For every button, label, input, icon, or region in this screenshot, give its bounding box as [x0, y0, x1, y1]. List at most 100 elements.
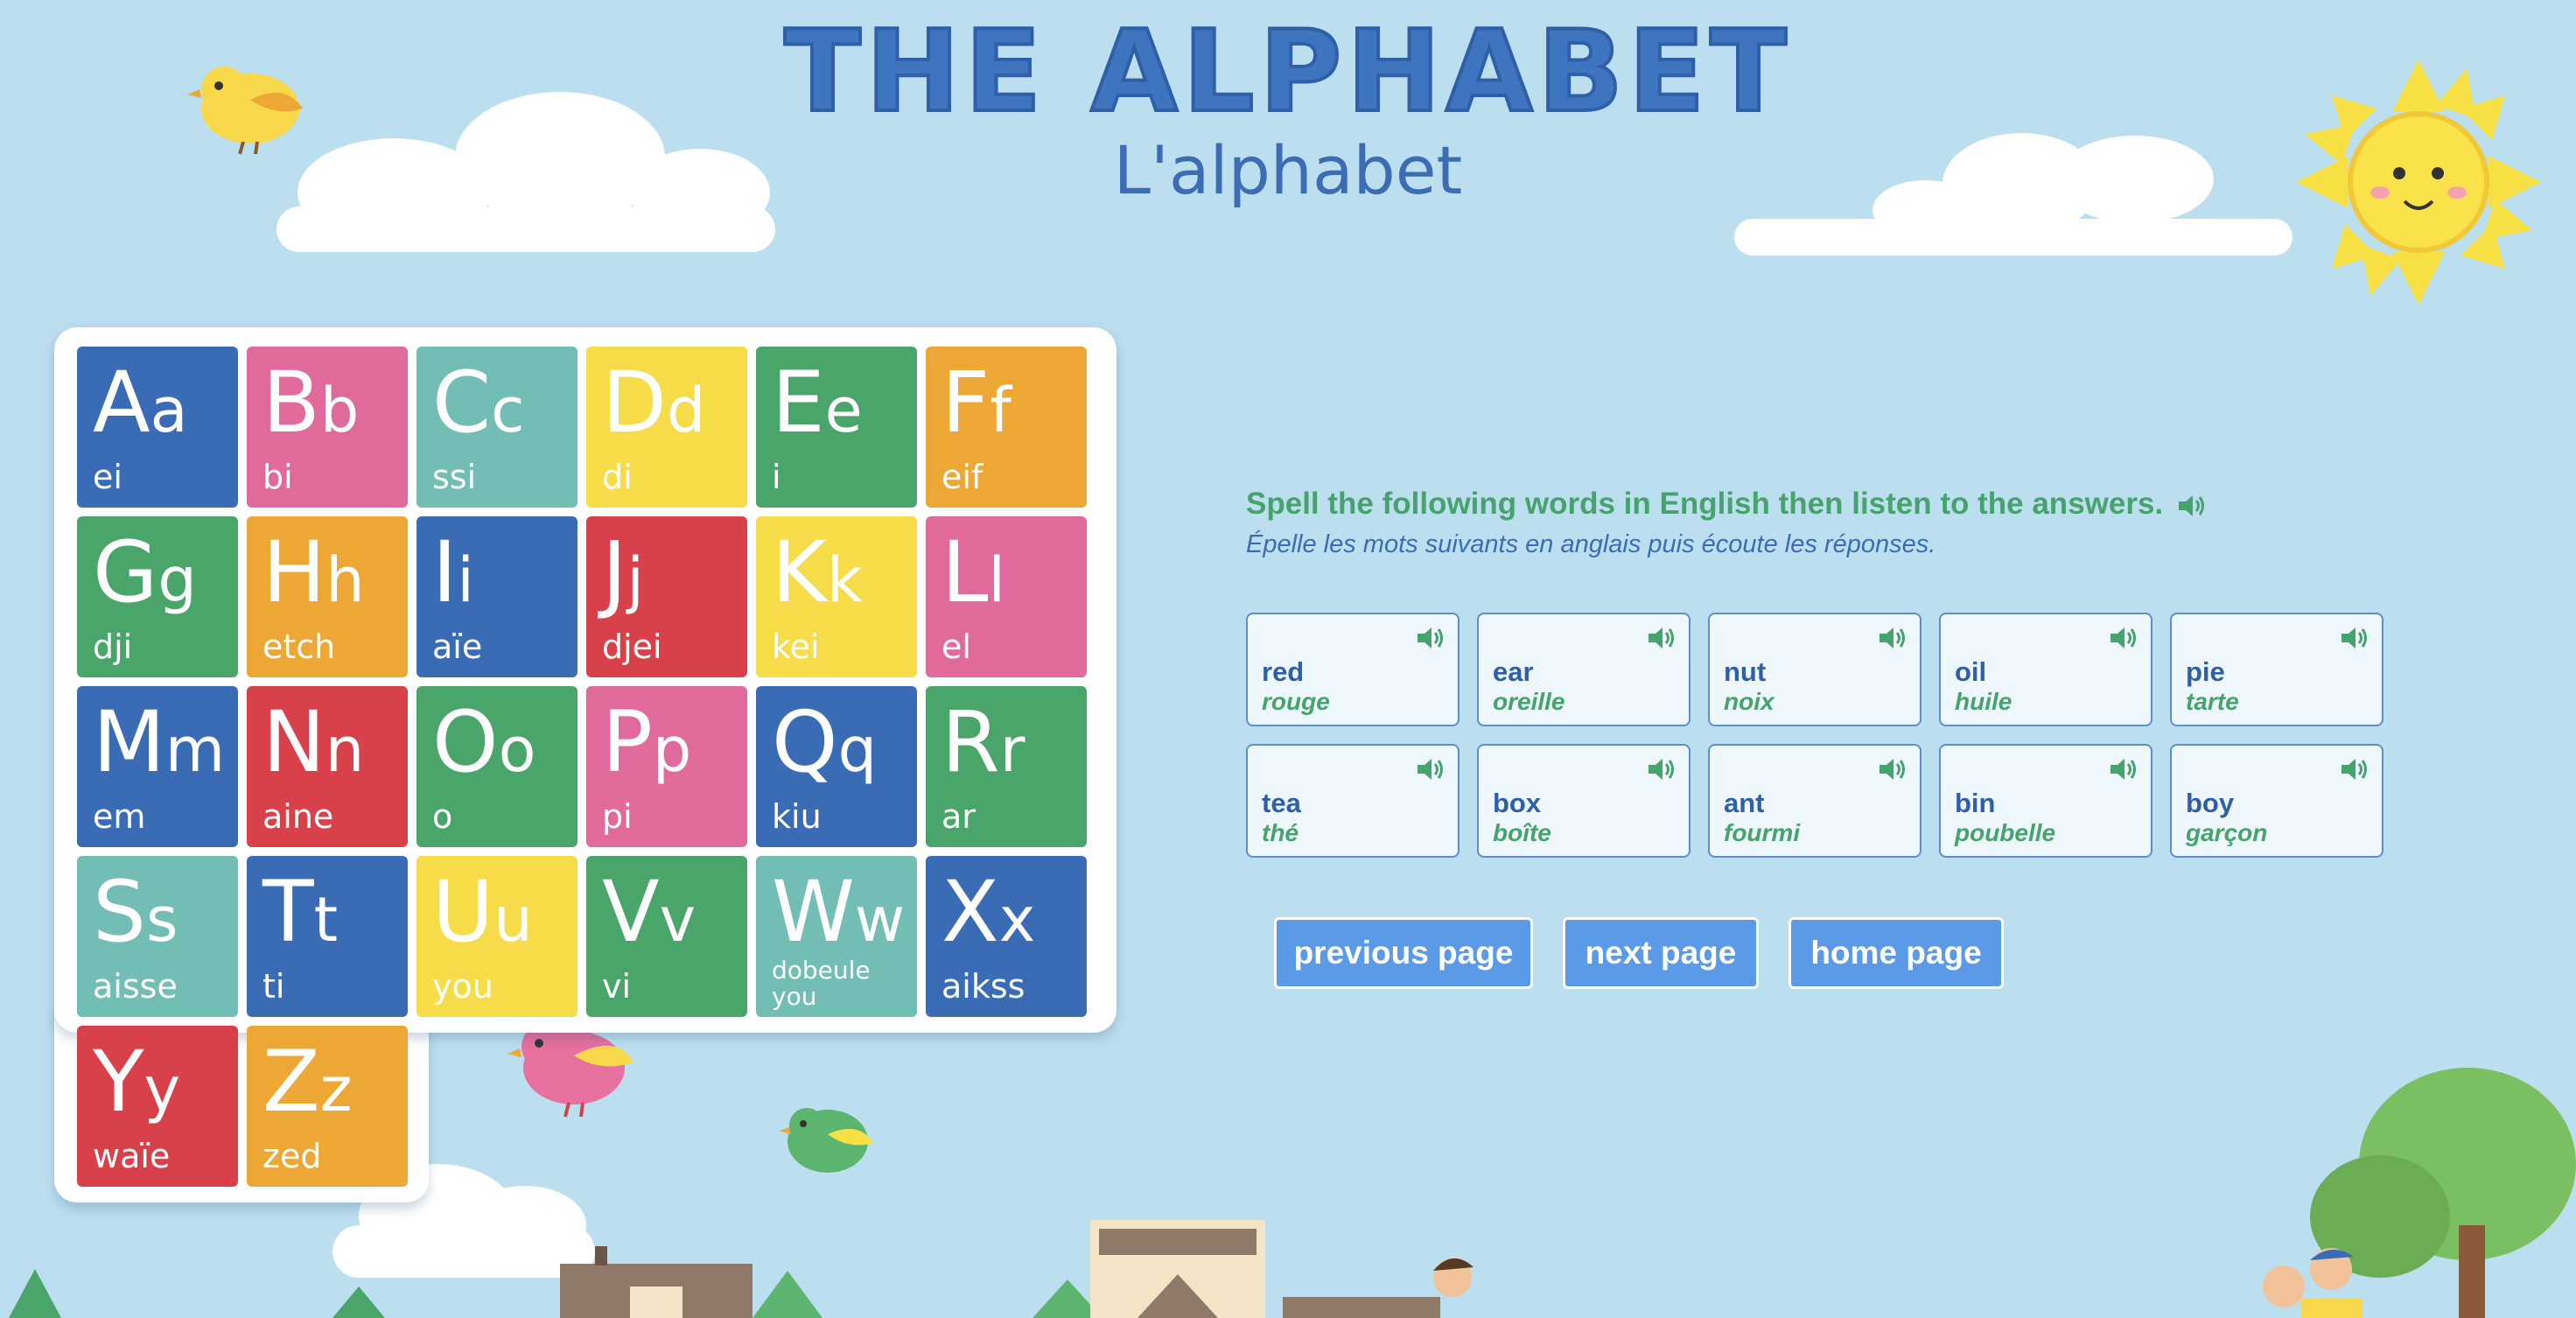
- speaker-icon[interactable]: [2340, 756, 2370, 782]
- speaker-icon[interactable]: [1416, 625, 1446, 651]
- letter-glyph: Oo: [432, 693, 536, 799]
- letter-upper: X: [942, 863, 999, 961]
- speaker-icon[interactable]: [2109, 756, 2138, 782]
- word-card-oil[interactable]: oil huile: [1939, 613, 2152, 726]
- speaker-icon[interactable]: [2177, 493, 2207, 519]
- word-english: oil: [1955, 656, 1987, 687]
- letter-glyph: Ss: [93, 863, 178, 969]
- letter-glyph: Ii: [432, 523, 474, 629]
- letter-tile-b: Bb bi: [247, 347, 408, 508]
- letter-tile-l: Ll el: [926, 516, 1087, 677]
- letter-glyph: Ff: [942, 354, 1012, 459]
- letter-lower: w: [854, 884, 906, 956]
- letter-pronunciation: kiu: [772, 797, 822, 836]
- word-card-tea[interactable]: tea thé: [1246, 744, 1460, 858]
- letter-glyph: Pp: [602, 693, 691, 799]
- letter-lower: q: [837, 714, 877, 786]
- letter-upper: U: [432, 863, 494, 961]
- speaker-icon[interactable]: [1647, 756, 1676, 782]
- letter-glyph: Ee: [772, 354, 863, 459]
- speaker-icon[interactable]: [2109, 625, 2138, 651]
- letter-tile-e: Ee i: [756, 347, 917, 508]
- page: THE ALPHABET L'alphabet Aa ei Bb bi Cc ssi Dd d…: [0, 0, 2576, 1318]
- word-english: pie: [2186, 656, 2225, 687]
- letter-pronunciation: ssi: [432, 458, 477, 496]
- letter-upper: E: [772, 354, 825, 452]
- word-card-box[interactable]: box boîte: [1477, 744, 1690, 858]
- instruction-label: Spell the following words in English the…: [1246, 487, 2164, 521]
- speaker-icon[interactable]: [1878, 756, 1908, 782]
- letter-pronunciation: aisse: [93, 967, 178, 1006]
- letter-upper: W: [772, 863, 855, 961]
- letter-pronunciation: ei: [93, 458, 122, 496]
- letter-tile-p: Pp pi: [586, 686, 747, 847]
- letter-upper: N: [262, 693, 326, 791]
- word-card-ear[interactable]: ear oreille: [1477, 613, 1690, 726]
- word-card-boy[interactable]: boy garçon: [2170, 744, 2384, 858]
- letter-tile-h: Hh etch: [247, 516, 408, 677]
- letter-pronunciation: di: [602, 458, 633, 496]
- instruction-text-fr: Épelle les mots suivants en anglais puis…: [1246, 530, 1936, 558]
- previous-page-button[interactable]: previous page: [1274, 917, 1533, 989]
- word-card-nut[interactable]: nut noix: [1708, 613, 1922, 726]
- letter-pronunciation: dji: [93, 627, 133, 666]
- word-card-pie[interactable]: pie tarte: [2170, 613, 2384, 726]
- letter-upper: R: [942, 693, 1000, 791]
- word-card-bin[interactable]: bin poubelle: [1939, 744, 2152, 858]
- letter-tile-n: Nn aine: [247, 686, 408, 847]
- letter-glyph: Cc: [432, 354, 525, 459]
- letter-glyph: Zz: [262, 1033, 353, 1139]
- letter-tile-d: Dd di: [586, 347, 747, 508]
- page-title: THE ALPHABET: [782, 5, 1792, 139]
- letter-tile-a: Aa ei: [77, 347, 238, 508]
- letter-glyph: Dd: [602, 354, 705, 459]
- letter-tile-t: Tt ti: [247, 856, 408, 1017]
- letter-upper: T: [262, 863, 314, 961]
- word-english: tea: [1262, 788, 1301, 818]
- word-french: poubelle: [1955, 819, 2056, 846]
- next-page-button[interactable]: next page: [1563, 917, 1759, 989]
- speaker-icon[interactable]: [2340, 625, 2370, 651]
- letter-lower: y: [144, 1054, 181, 1125]
- letter-tile-j: Jj djei: [586, 516, 747, 677]
- letter-pronunciation: kei: [772, 627, 820, 666]
- letter-pronunciation: pi: [602, 797, 633, 836]
- letter-glyph: Kk: [772, 523, 863, 629]
- letter-tile-z: Zz zed: [247, 1026, 408, 1187]
- letter-upper: K: [772, 523, 827, 621]
- letter-upper: O: [432, 693, 499, 791]
- word-english: boy: [2186, 788, 2235, 818]
- letter-tile-y: Yy waïe: [77, 1026, 238, 1187]
- word-english: box: [1493, 788, 1542, 818]
- instruction-text: Spell the following words in English the…: [1246, 487, 2207, 522]
- letter-pronunciation: ar: [942, 797, 976, 836]
- letter-lower: r: [999, 714, 1026, 786]
- letter-upper: P: [602, 693, 653, 791]
- letter-upper: B: [262, 354, 320, 452]
- bird-icon: [508, 1024, 634, 1118]
- speaker-icon[interactable]: [1416, 756, 1446, 782]
- word-card-red[interactable]: red rouge: [1246, 613, 1460, 726]
- letter-upper: Z: [262, 1033, 320, 1131]
- letter-lower: k: [826, 544, 863, 616]
- letter-tile-f: Ff eif: [926, 347, 1087, 508]
- speaker-icon[interactable]: [1878, 625, 1908, 651]
- letter-lower: f: [990, 375, 1012, 446]
- letter-pronunciation: ti: [262, 967, 285, 1006]
- letter-lower: t: [313, 884, 339, 956]
- letter-pronunciation: aine: [262, 797, 334, 836]
- home-page-button[interactable]: home page: [1788, 917, 2004, 989]
- letter-glyph: Ll: [942, 523, 1005, 629]
- speaker-icon[interactable]: [1647, 625, 1676, 651]
- letter-upper: M: [93, 693, 165, 791]
- word-card-ant[interactable]: ant fourmi: [1708, 744, 1922, 858]
- letter-tile-s: Ss aisse: [77, 856, 238, 1017]
- letter-upper: D: [602, 354, 667, 452]
- letter-glyph: Qq: [772, 693, 877, 799]
- letter-tile-m: Mm em: [77, 686, 238, 847]
- letter-pronunciation: em: [93, 797, 146, 836]
- letter-glyph: Uu: [432, 863, 533, 969]
- letter-glyph: Yy: [93, 1033, 180, 1139]
- letter-pronunciation: bi: [262, 458, 293, 496]
- word-english: bin: [1955, 788, 1996, 818]
